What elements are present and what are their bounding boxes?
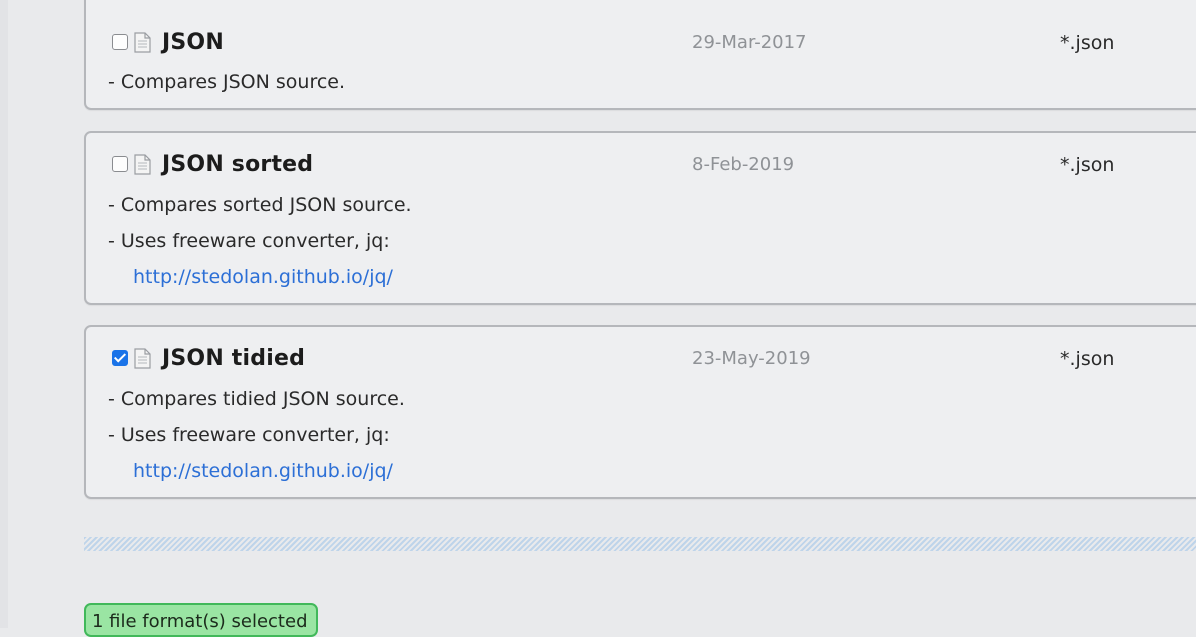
format-title: JSON tidied: [162, 345, 306, 371]
format-extension: *.json: [1060, 348, 1115, 370]
format-description: - Compares sorted JSON source. - Uses fr…: [108, 187, 412, 295]
format-date: 29-Mar-2017: [692, 32, 807, 53]
format-extension: *.json: [1060, 154, 1115, 176]
left-rail: [0, 0, 8, 628]
format-title: JSON sorted: [162, 151, 314, 177]
description-line: - Compares tidied JSON source.: [108, 388, 405, 410]
format-description: - Compares tidied JSON source. - Uses fr…: [108, 381, 405, 489]
format-checkbox-checked[interactable]: [112, 350, 128, 366]
description-line: - Uses freeware converter, jq:: [108, 230, 390, 252]
format-header: JSON: [112, 28, 224, 56]
description-line: - Compares sorted JSON source.: [108, 194, 412, 216]
jq-link[interactable]: http://stedolan.github.io/jq/: [133, 460, 393, 482]
format-checkbox[interactable]: [112, 156, 128, 172]
format-description: - Compares JSON source.: [108, 64, 345, 100]
format-date: 8-Feb-2019: [692, 154, 795, 175]
section-divider: [84, 537, 1196, 551]
format-header: JSON sorted: [112, 150, 313, 178]
format-card-json: JSON 29-Mar-2017 *.json - Compares JSON …: [84, 0, 1196, 110]
document-icon: [134, 31, 151, 53]
format-date: 23-May-2019: [692, 348, 811, 369]
description-line: - Uses freeware converter, jq:: [108, 424, 390, 446]
format-extension: *.json: [1060, 32, 1115, 54]
format-header: JSON tidied: [112, 344, 305, 372]
format-title: JSON: [162, 29, 224, 55]
selection-status-badge: 1 file format(s) selected: [84, 603, 318, 637]
document-icon: [134, 347, 151, 369]
document-icon: [134, 153, 151, 175]
jq-link[interactable]: http://stedolan.github.io/jq/: [133, 266, 393, 288]
format-card-json-tidied: JSON tidied 23-May-2019 *.json - Compare…: [84, 325, 1196, 499]
format-card-json-sorted: JSON sorted 8-Feb-2019 *.json - Compares…: [84, 131, 1196, 305]
description-line: - Compares JSON source.: [108, 71, 346, 93]
format-checkbox[interactable]: [112, 34, 128, 50]
